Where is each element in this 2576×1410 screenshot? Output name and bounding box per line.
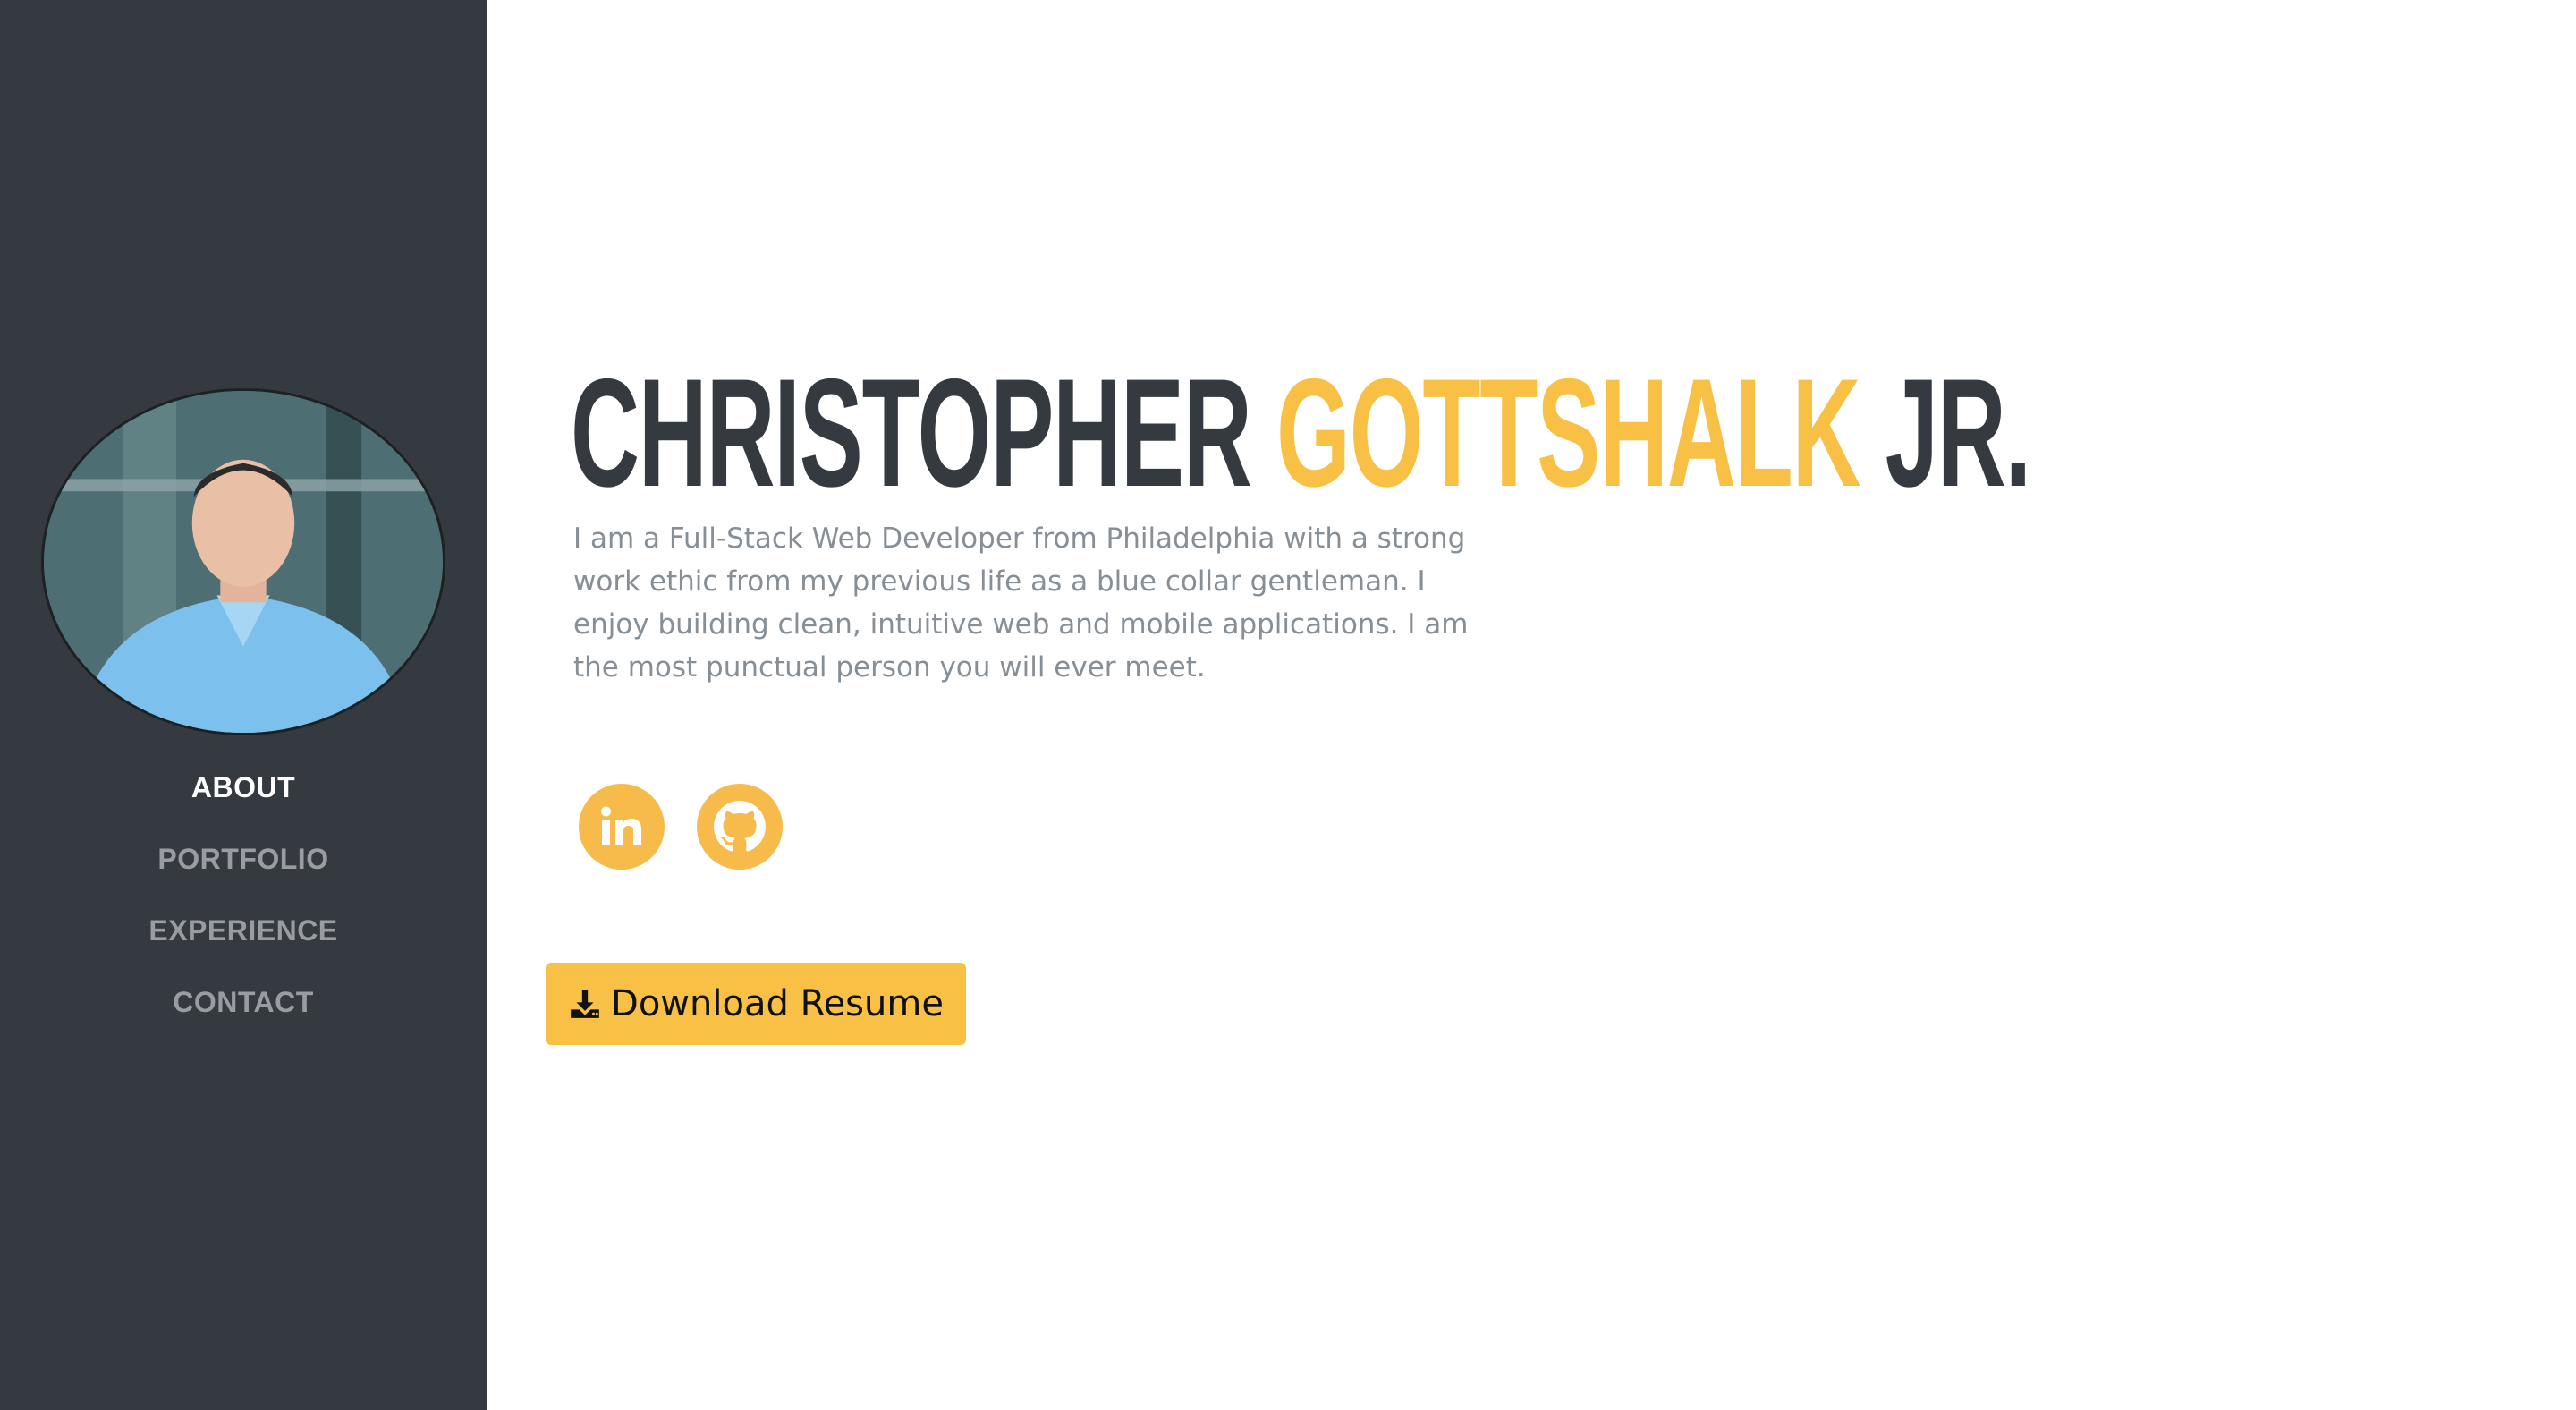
linkedin-button[interactable] [579, 784, 665, 870]
first-name: CHRISTOPHER [571, 347, 1252, 519]
profile-photo [41, 388, 445, 735]
download-resume-button[interactable]: Download Resume [546, 963, 966, 1045]
nav-item-experience[interactable]: EXPERIENCE [0, 895, 487, 966]
social-links [579, 784, 783, 870]
download-resume-label: Download Resume [611, 983, 944, 1024]
nav-item-contact[interactable]: CONTACT [0, 966, 487, 1038]
last-name: GOTTSHALK [1275, 347, 1861, 519]
name-suffix: JR. [1885, 347, 2031, 519]
nav-item-about[interactable]: ABOUT [0, 752, 487, 823]
page-title: CHRISTOPHER GOTTSHALK JR. [571, 356, 2031, 510]
nav-item-portfolio[interactable]: PORTFOLIO [0, 823, 487, 895]
sidebar: ABOUT PORTFOLIO EXPERIENCE CONTACT [0, 0, 487, 1410]
about-section: CHRISTOPHER GOTTSHALK JR. I am a Full-St… [487, 0, 2576, 1410]
bio-text: I am a Full-Stack Web Developer from Phi… [573, 522, 1469, 684]
linkedin-icon [601, 806, 641, 845]
download-icon [568, 987, 602, 1021]
profile-photo-image [44, 391, 443, 733]
github-icon [714, 801, 766, 852]
sidebar-nav: ABOUT PORTFOLIO EXPERIENCE CONTACT [0, 752, 487, 1038]
github-button[interactable] [697, 784, 783, 870]
